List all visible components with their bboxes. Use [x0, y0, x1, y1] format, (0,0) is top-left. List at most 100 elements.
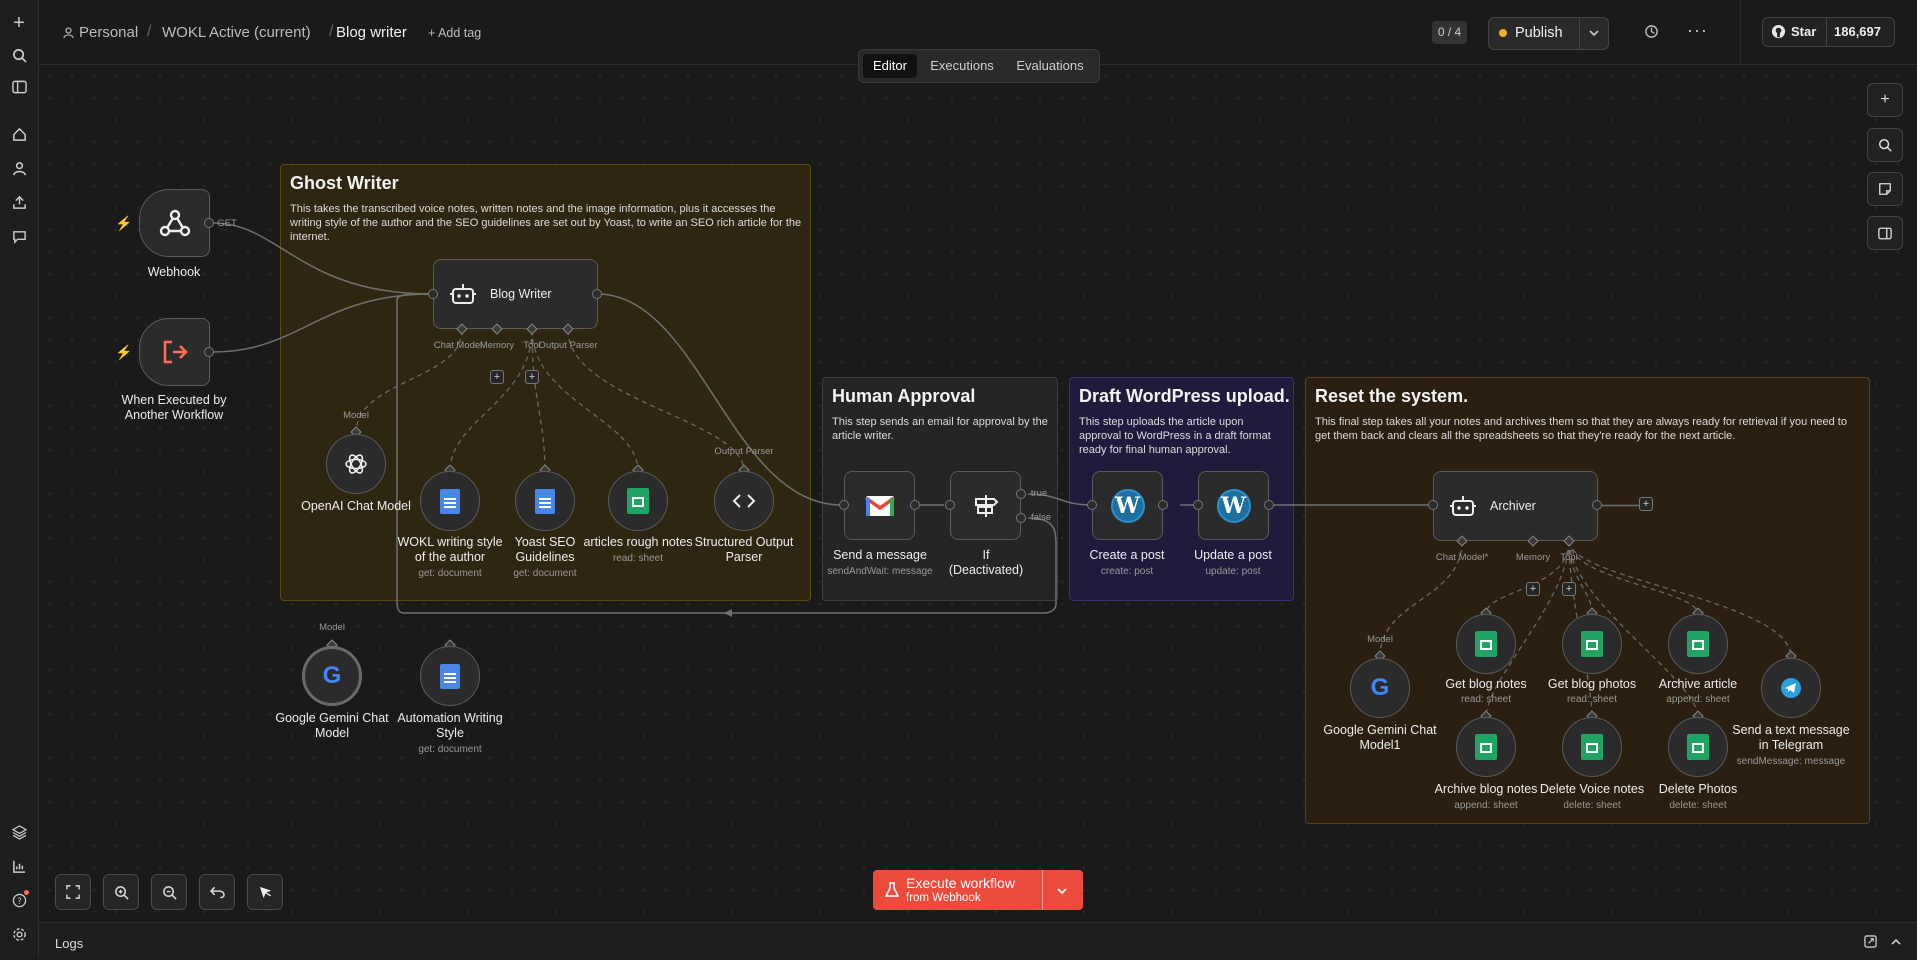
update-post-node[interactable]: W — [1198, 471, 1269, 540]
input-port[interactable] — [1087, 500, 1097, 510]
wokl-writing-style-node[interactable] — [420, 471, 480, 531]
archiver-label: Archiver — [1490, 499, 1536, 513]
tab-evaluations[interactable]: Evaluations — [1007, 54, 1093, 78]
github-star-button[interactable]: Star 186,697 — [1762, 17, 1895, 47]
panel-toggle-icon[interactable] — [7, 75, 31, 99]
create-post-node[interactable]: W — [1092, 471, 1163, 540]
google-sheets-icon — [1581, 734, 1603, 760]
breadcrumb-folder[interactable]: WOKL Active (current) — [162, 24, 311, 41]
output-port[interactable] — [1158, 500, 1168, 510]
home-icon[interactable] — [7, 122, 31, 146]
settings-icon[interactable] — [7, 922, 31, 946]
input-port[interactable] — [1193, 500, 1203, 510]
tab-executions[interactable]: Executions — [923, 54, 1001, 78]
get-notes-label: Get blog notes — [1445, 677, 1527, 691]
get-blog-notes-node[interactable] — [1456, 614, 1516, 674]
input-port[interactable] — [945, 500, 955, 510]
send-message-node[interactable] — [844, 471, 915, 540]
add-memory-button[interactable]: + — [490, 370, 504, 384]
openai-icon — [345, 454, 367, 474]
structured-output-parser-node[interactable] — [714, 471, 774, 531]
open-in-new-window-icon[interactable] — [1864, 935, 1877, 953]
archive-blog-notes-node[interactable] — [1456, 717, 1516, 777]
share-icon[interactable] — [7, 190, 31, 214]
output-port[interactable] — [204, 347, 214, 357]
fit-view-icon[interactable] — [55, 874, 91, 910]
output-port[interactable] — [910, 500, 920, 510]
more-options-icon[interactable]: ··· — [1687, 20, 1708, 41]
zoom-out-icon[interactable] — [151, 874, 187, 910]
delete-voice-operation: delete: sheet — [1563, 800, 1621, 811]
openai-label: OpenAI Chat Model — [301, 499, 411, 513]
chevron-up-icon[interactable] — [1890, 935, 1902, 953]
google-docs-icon — [535, 488, 555, 514]
output-port[interactable] — [592, 289, 602, 299]
breadcrumb-project[interactable]: Personal — [79, 24, 138, 41]
add-tool-button[interactable]: + — [525, 370, 539, 384]
yoast-seo-node[interactable] — [515, 471, 575, 531]
add-tag-button[interactable]: + Add tag — [428, 26, 481, 40]
blog-writer-agent-node[interactable]: Blog Writer — [433, 259, 598, 329]
star-count: 186,697 — [1834, 24, 1881, 39]
add-node-panel-button[interactable]: + — [1867, 83, 1903, 117]
webhook-node[interactable] — [139, 189, 210, 257]
github-icon — [1771, 24, 1786, 44]
history-icon[interactable] — [1644, 24, 1659, 44]
logs-label: Logs — [55, 936, 84, 951]
get-blog-photos-node[interactable] — [1562, 614, 1622, 674]
panel-toggle-icon[interactable] — [1867, 216, 1903, 250]
output-port[interactable] — [1592, 500, 1602, 510]
update-post-operation: update: post — [1205, 566, 1261, 577]
user-icon[interactable] — [7, 156, 31, 180]
delete-photos-node[interactable] — [1668, 717, 1728, 777]
templates-icon[interactable] — [7, 820, 31, 844]
delete-voice-notes-node[interactable] — [1562, 717, 1622, 777]
google-gemini-chat-model1-node[interactable]: G — [1350, 658, 1410, 718]
sticky-note-icon[interactable] — [1867, 172, 1903, 206]
input-port[interactable] — [1428, 500, 1438, 510]
chevron-down-icon[interactable] — [1056, 884, 1068, 902]
output-port-true[interactable] — [1016, 489, 1026, 499]
execute-workflow-button[interactable]: Execute workflow from Webhook — [873, 870, 1042, 910]
delete-voice-label: Delete Voice notes — [1539, 782, 1645, 796]
add-node-button[interactable]: + — [1639, 497, 1653, 511]
wordpress-icon: W — [1110, 488, 1145, 523]
output-port[interactable] — [1264, 500, 1274, 510]
output-port[interactable] — [204, 218, 214, 228]
telegram-node[interactable] — [1761, 658, 1821, 718]
insights-icon[interactable] — [7, 854, 31, 878]
workflow-name[interactable]: Blog writer — [336, 24, 407, 41]
execute-workflow-trigger-node[interactable] — [139, 318, 210, 386]
sticky-text: This final step takes all your notes and… — [1315, 416, 1847, 442]
automation-writing-style-node[interactable] — [420, 646, 480, 706]
rough-operation: read: sheet — [612, 553, 664, 564]
input-port[interactable] — [839, 500, 849, 510]
search-icon[interactable] — [7, 43, 31, 67]
telegram-label-2: in Telegram — [1758, 738, 1824, 752]
add-memory-button[interactable]: + — [1526, 582, 1540, 596]
zoom-in-icon[interactable] — [103, 874, 139, 910]
input-port[interactable] — [428, 289, 438, 299]
if-node[interactable] — [950, 471, 1021, 540]
chevron-down-icon[interactable] — [1588, 26, 1600, 44]
logs-panel-bar[interactable]: Logs — [39, 922, 1917, 960]
search-icon[interactable] — [1867, 128, 1903, 162]
openai-chat-model-node[interactable] — [326, 434, 386, 494]
publish-button[interactable]: Publish — [1515, 25, 1563, 41]
add-tool-button[interactable]: + — [1562, 582, 1576, 596]
add-icon[interactable]: + — [7, 11, 31, 35]
chat-icon[interactable] — [7, 224, 31, 248]
archiver-agent-node[interactable]: Archiver — [1433, 471, 1598, 541]
code-icon — [732, 494, 756, 508]
archive-article-node[interactable] — [1668, 614, 1728, 674]
yoast-operation: get: document — [513, 568, 577, 579]
port-label: Model — [343, 410, 369, 421]
output-port-false[interactable] — [1016, 513, 1026, 523]
undo-icon[interactable] — [199, 874, 235, 910]
tab-editor[interactable]: Editor — [863, 54, 917, 78]
port-label: Tool — [1560, 552, 1578, 563]
help-icon[interactable]: ? — [7, 888, 31, 912]
articles-rough-notes-node[interactable] — [608, 471, 668, 531]
pointer-icon[interactable] — [247, 874, 283, 910]
google-gemini-chat-model-node[interactable]: G — [302, 646, 362, 706]
